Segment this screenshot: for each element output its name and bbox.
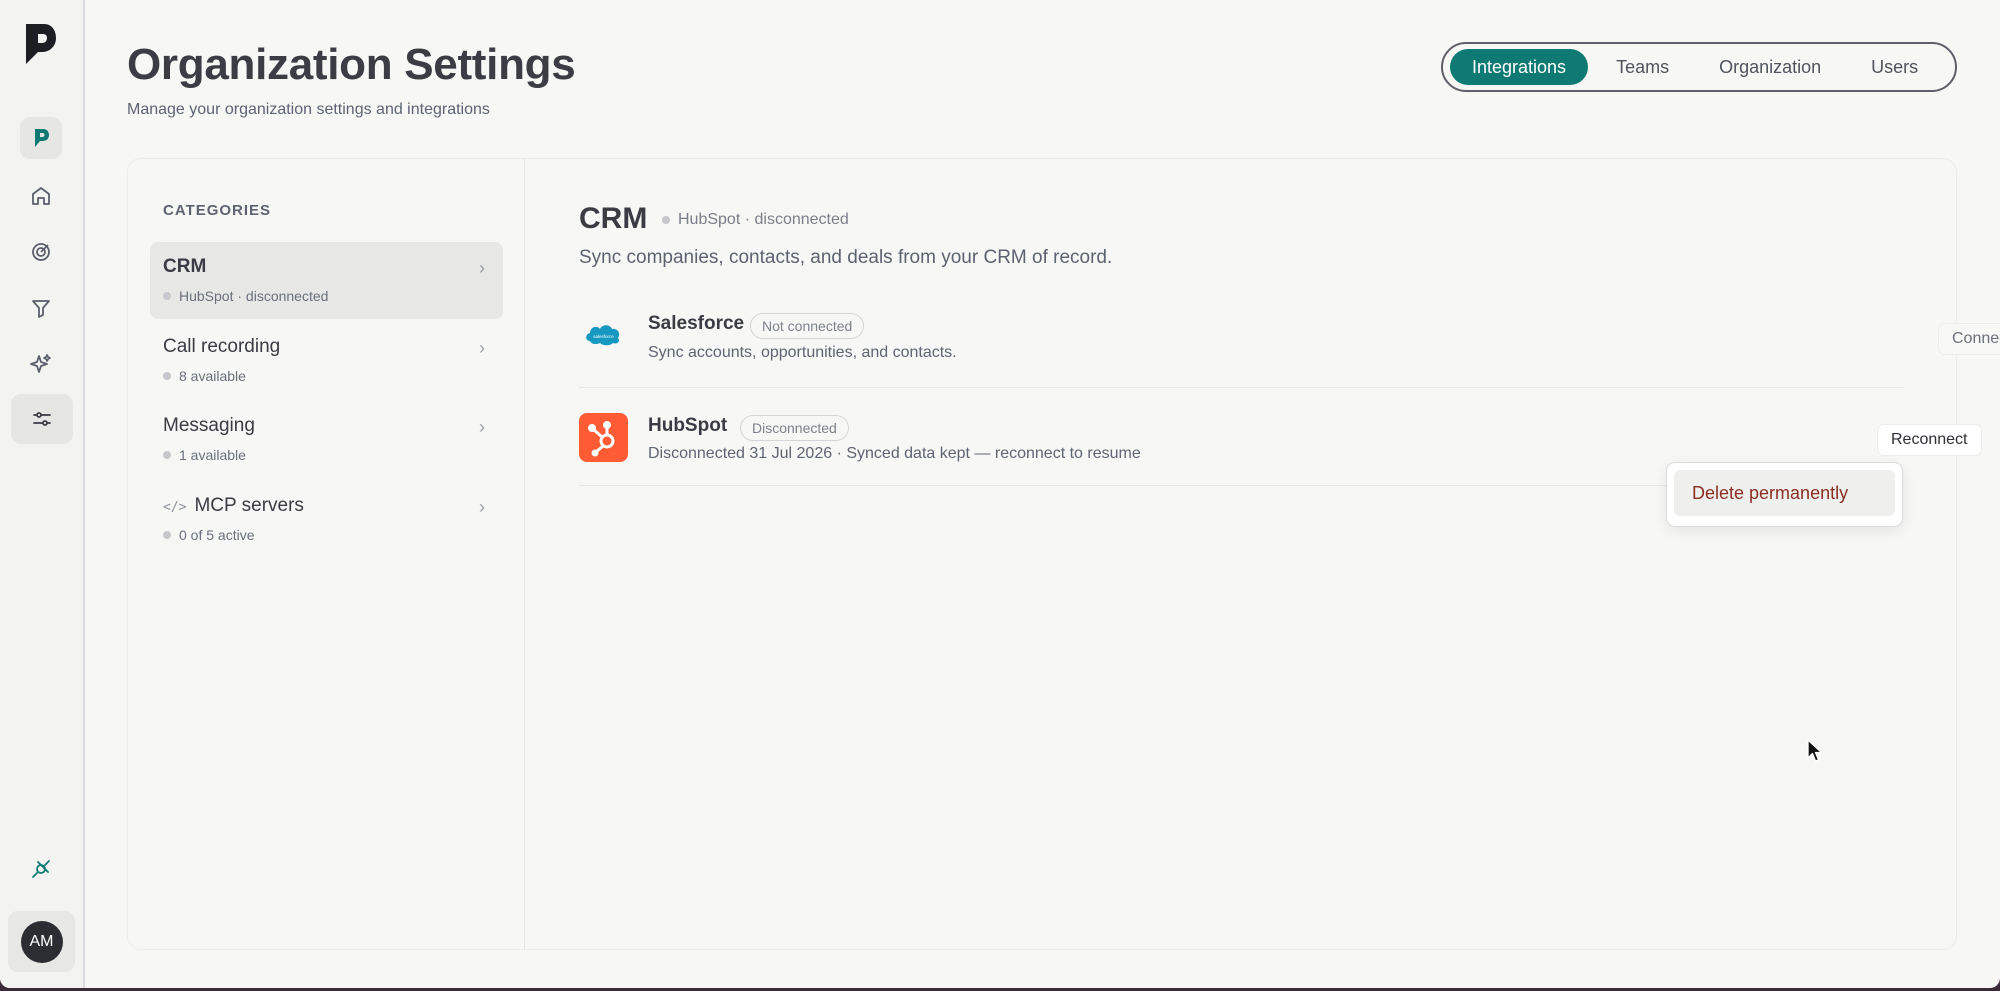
code-icon: </> (163, 500, 187, 515)
category-name: Call recording (163, 336, 281, 357)
salesforce-logo-icon: salesforce (579, 311, 628, 360)
tab-teams[interactable]: Teams (1594, 49, 1691, 85)
chevron-right-icon: › (479, 338, 485, 358)
integration-row-salesforce: salesforce Salesforce Not connected Sync… (579, 304, 2000, 388)
connection-plug-icon[interactable] (20, 848, 62, 890)
integration-description: Disconnected 31 Jul 2026 · Synced data k… (648, 445, 1141, 462)
status-dot (163, 451, 171, 459)
delete-permanently-menu-item[interactable]: Delete permanently (1674, 470, 1895, 516)
section-description: Sync companies, contacts, and deals from… (579, 247, 1113, 268)
categories-heading: CATEGORIES (163, 202, 272, 219)
category-status: 1 available (163, 447, 246, 463)
category-status-text: 1 available (179, 447, 246, 463)
chevron-right-icon: › (479, 258, 485, 278)
connect-button[interactable]: Connect (1938, 323, 2000, 355)
status-badge: Disconnected (740, 415, 849, 441)
left-rail: AM (0, 0, 85, 988)
status-dot (662, 216, 670, 224)
mouse-cursor-icon (1806, 738, 1824, 764)
section-status: HubSpot · disconnected (662, 211, 849, 229)
category-name: MCP servers (194, 495, 304, 516)
row-actions-menu: Delete permanently (1666, 462, 1903, 527)
integration-description: Sync accounts, opportunities, and contac… (648, 344, 957, 361)
category-status: HubSpot · disconnected (163, 288, 328, 304)
integration-name: Salesforce (648, 313, 745, 334)
page-subtitle: Manage your organization settings and in… (127, 101, 490, 118)
settings-tabs: Integrations Teams Organization Users (1441, 42, 1957, 92)
category-name-row: </> MCP servers (163, 495, 304, 517)
chevron-right-icon: › (479, 497, 485, 517)
app-logo-icon[interactable] (22, 22, 58, 66)
category-status: 8 available (163, 368, 246, 384)
status-badge: Not connected (750, 313, 865, 339)
section-title: CRM (579, 202, 648, 235)
category-messaging[interactable]: Messaging 1 available › (150, 401, 503, 478)
category-status-text: 8 available (179, 368, 246, 384)
settings-card: CATEGORIES CRM HubSpot · disconnected › … (127, 158, 2000, 950)
home-icon[interactable] (20, 175, 62, 217)
avatar: AM (20, 920, 63, 963)
tab-users[interactable]: Users (1849, 49, 1940, 85)
category-name: CRM (163, 256, 207, 277)
chevron-right-icon: › (479, 417, 485, 437)
status-dot (163, 531, 171, 539)
sparkle-icon[interactable] (20, 343, 62, 385)
page-title: Organization Settings (127, 40, 576, 89)
salesforce-logo-text: salesforce (593, 334, 614, 339)
target-icon[interactable] (20, 231, 62, 273)
category-crm[interactable]: CRM HubSpot · disconnected › (150, 242, 503, 319)
status-dot (163, 292, 171, 300)
integration-name: HubSpot (648, 415, 728, 436)
settings-sliders-icon[interactable] (11, 394, 73, 444)
category-call-recording[interactable]: Call recording 8 available › (150, 322, 503, 399)
categories-panel: CATEGORIES CRM HubSpot · disconnected › … (128, 159, 525, 949)
tab-integrations[interactable]: Integrations (1450, 49, 1589, 85)
hubspot-logo-icon (579, 413, 628, 462)
category-status-text: 0 of 5 active (179, 527, 255, 543)
category-mcp-servers[interactable]: </> MCP servers 0 of 5 active › (150, 481, 503, 558)
filter-icon[interactable] (20, 287, 62, 329)
workspace-icon[interactable] (20, 117, 62, 159)
category-status-text: HubSpot · disconnected (179, 288, 329, 304)
user-menu[interactable]: AM (8, 911, 75, 972)
section-status-text: HubSpot · disconnected (678, 211, 849, 228)
category-status: 0 of 5 active (163, 527, 255, 543)
app-window: AM Organization Settings Manage your org… (0, 0, 2000, 988)
category-name: Messaging (163, 415, 255, 436)
status-dot (163, 372, 171, 380)
tab-organization[interactable]: Organization (1697, 49, 1843, 85)
reconnect-button[interactable]: Reconnect (1877, 424, 1982, 456)
